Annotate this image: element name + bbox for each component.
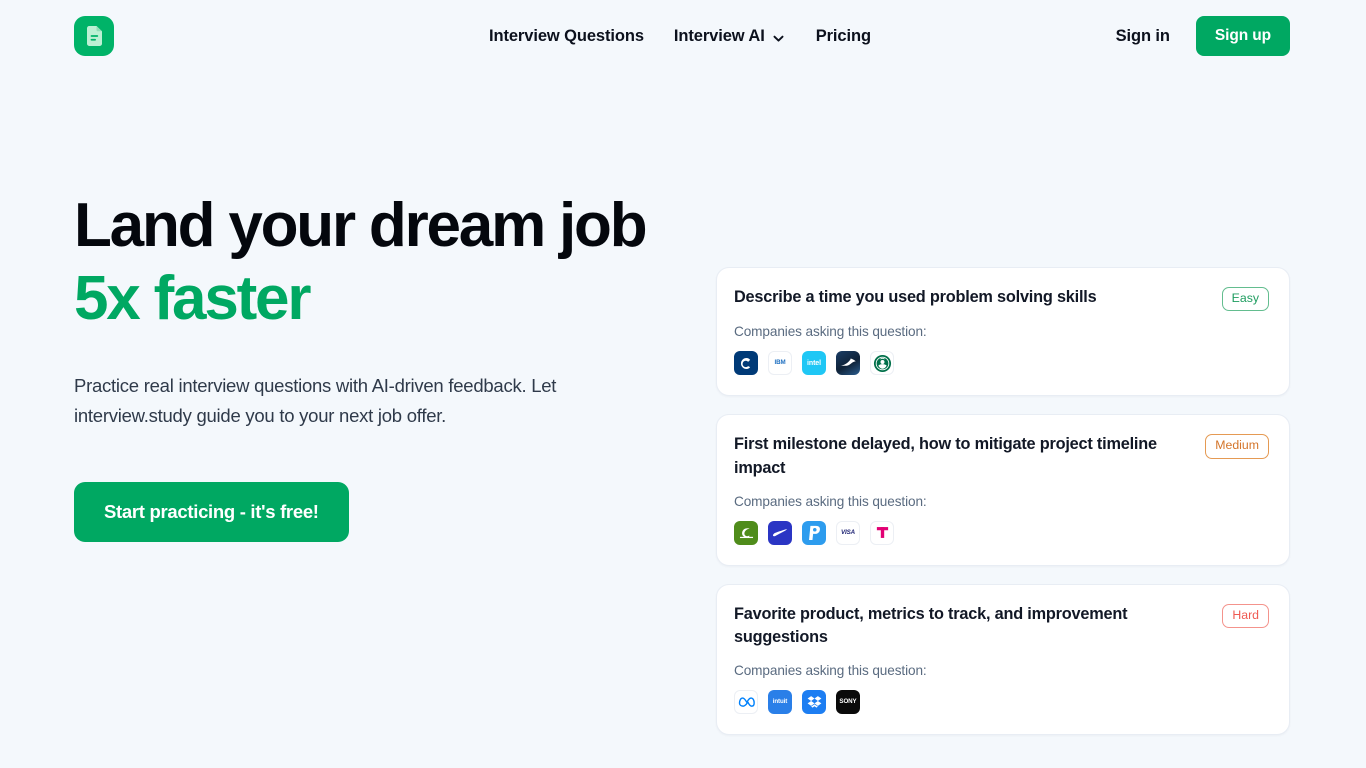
question-card[interactable]: First milestone delayed, how to mitigate… [716, 414, 1290, 566]
headline-accent: 5x faster [74, 263, 311, 333]
chevron-down-icon [773, 30, 784, 42]
company-logo-list: VISA [734, 520, 1269, 545]
question-card[interactable]: Describe a time you used problem solving… [716, 267, 1290, 397]
company-logo-intuit[interactable]: intuit [768, 689, 792, 714]
nav-item-interview-ai[interactable]: Interview AI [674, 21, 784, 52]
company-logo-nike[interactable] [768, 520, 792, 545]
company-logo-ibm[interactable]: IBM [768, 351, 792, 376]
nav-item-interview-questions[interactable]: Interview Questions [489, 21, 644, 52]
brand-logo[interactable] [74, 16, 114, 56]
question-title: Describe a time you used problem solving… [734, 288, 1097, 306]
question-card[interactable]: Favorite product, metrics to track, and … [716, 583, 1290, 735]
nav-item-pricing[interactable]: Pricing [816, 21, 871, 52]
companies-label: Companies asking this question: [734, 493, 927, 509]
company-logo-starbucks[interactable] [870, 351, 894, 376]
companies-label: Companies asking this question: [734, 324, 927, 340]
site-header: Interview Questions Interview AI Pricing… [0, 0, 1366, 72]
company-logo-capital-one[interactable] [734, 351, 758, 376]
company-logo-visa[interactable]: VISA [836, 520, 860, 545]
nav-label: Pricing [815, 26, 871, 45]
hero-section: Land your dream job 5x faster Practice r… [74, 188, 694, 543]
headline-text: Land your dream job [74, 191, 648, 260]
visa-wordmark: VISA [840, 528, 856, 536]
sign-up-button[interactable]: Sign up [1195, 16, 1290, 56]
card-header: First milestone delayed, how to mitigate… [734, 433, 1269, 480]
company-logo-nvidia[interactable] [734, 520, 758, 545]
main-content: Land your dream job 5x faster Practice r… [0, 72, 1366, 735]
hero-subtitle: Practice real interview questions with A… [74, 375, 557, 426]
difficulty-badge: Hard [1222, 603, 1269, 628]
start-practicing-button[interactable]: Start practicing - it's free! [74, 482, 349, 543]
sign-in-button[interactable]: Sign in [1116, 27, 1170, 46]
ibm-wordmark: IBM [774, 359, 786, 367]
difficulty-badge: Medium [1205, 434, 1269, 459]
question-title: Favorite product, metrics to track, and … [734, 604, 1128, 647]
company-logo-list: IBM intel [734, 351, 1269, 376]
intel-wordmark: intel [807, 359, 821, 367]
header-actions: Sign in Sign up [1116, 0, 1290, 72]
company-logo-list: intuit SONY [734, 689, 1269, 714]
intuit-wordmark: intuit [772, 697, 788, 705]
company-logo-intel[interactable]: intel [802, 351, 826, 376]
company-logo-paypal[interactable] [802, 520, 826, 545]
document-icon [87, 26, 102, 46]
companies-label: Companies asking this question: [734, 662, 927, 678]
company-logo-t-mobile[interactable] [870, 520, 894, 545]
nav-label: Interview Questions [489, 26, 644, 45]
card-header: Describe a time you used problem solving… [734, 286, 1269, 312]
nav-label: Interview AI [673, 26, 765, 45]
main-navigation: Interview Questions Interview AI Pricing [489, 0, 871, 72]
company-logo-dropbox[interactable] [802, 689, 826, 714]
question-title: First milestone delayed, how to mitigate… [734, 435, 1157, 477]
difficulty-badge: Easy [1221, 287, 1269, 312]
company-logo-meta[interactable] [734, 689, 758, 714]
card-header: Favorite product, metrics to track, and … [734, 603, 1269, 650]
company-logo-sony[interactable]: SONY [836, 689, 860, 714]
page-title: Land your dream job 5x faster [74, 190, 694, 335]
sony-wordmark: SONY [839, 697, 857, 705]
company-logo-boeing[interactable] [836, 351, 860, 376]
question-cards-list: Describe a time you used problem solving… [716, 188, 1290, 735]
